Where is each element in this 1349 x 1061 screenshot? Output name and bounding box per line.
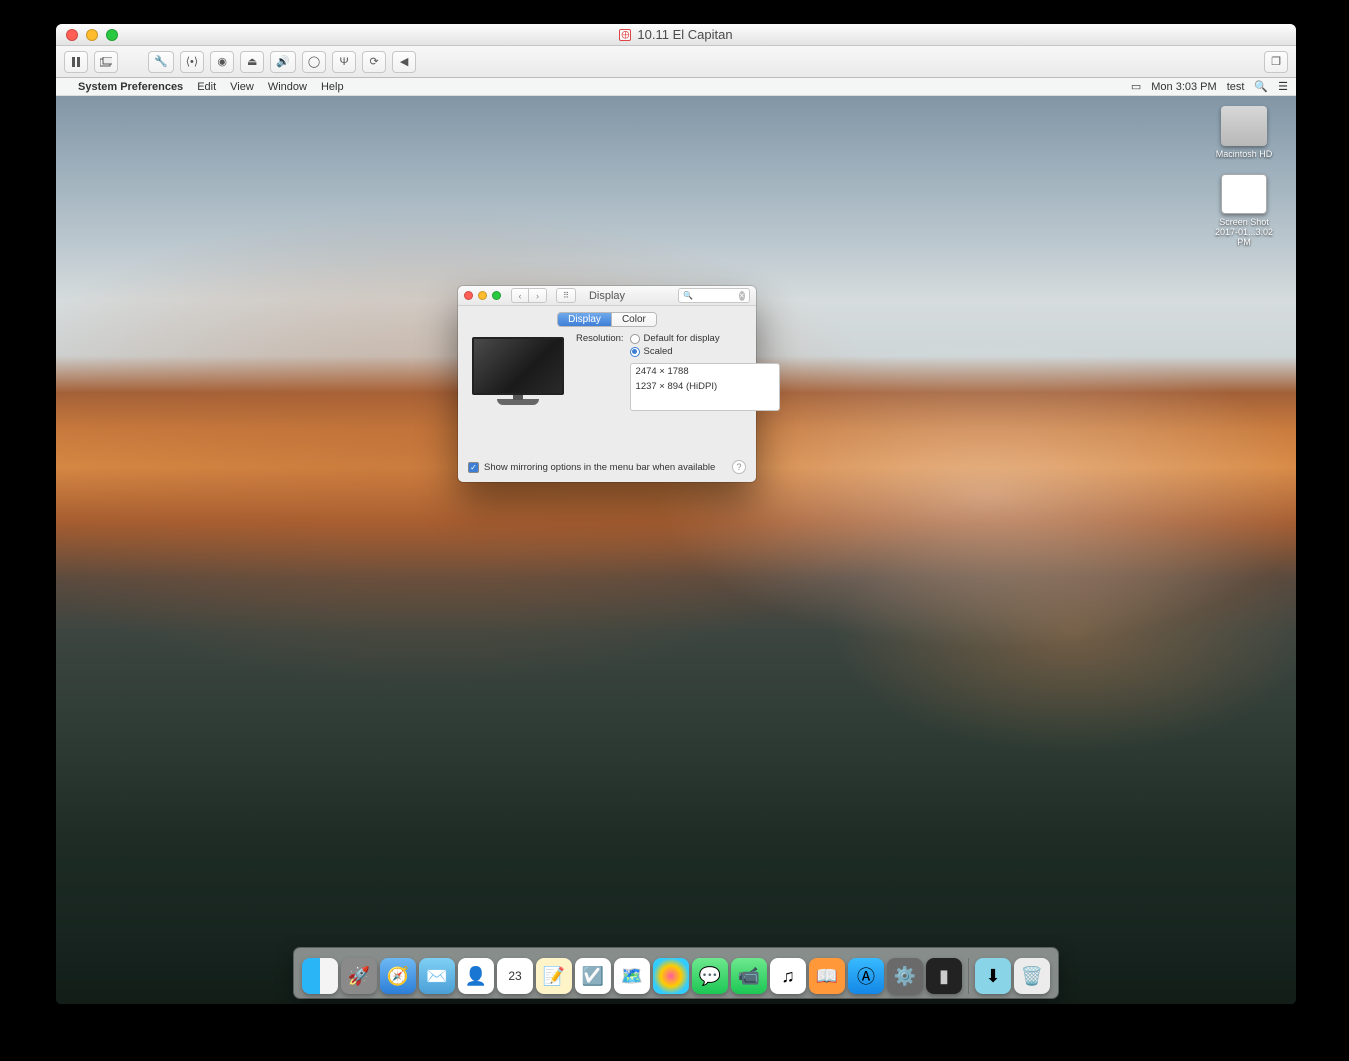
dock-messages[interactable]: 💬	[692, 958, 728, 994]
radio-label: Scaled	[644, 346, 673, 357]
close-icon[interactable]	[66, 29, 78, 41]
dock-reminders[interactable]: ☑️	[575, 958, 611, 994]
minimize-icon[interactable]	[86, 29, 98, 41]
prefs-search-field[interactable]: 🔍 ✕	[678, 288, 750, 303]
wallpaper-el-capitan	[56, 78, 1296, 1004]
desktop-icon-label: Screen Shot 2017-01...3.02 PM	[1208, 217, 1280, 247]
vm-host-window: ⨁ 10.11 El Capitan 🔧 ⟨•⟩ ◉ ⏏ 🔊 ◯ Ψ ⟳ ◀ ❐…	[56, 24, 1296, 1004]
host-title: ⨁ 10.11 El Capitan	[56, 27, 1296, 42]
pause-button[interactable]	[64, 51, 88, 73]
dock-maps[interactable]: 🗺️	[614, 958, 650, 994]
file-icon	[1221, 174, 1267, 214]
calendar-day: 23	[508, 969, 521, 983]
dock-finder[interactable]	[302, 958, 338, 994]
resolution-option[interactable]: 2474 × 1788	[631, 364, 779, 379]
snapshot-button[interactable]	[94, 51, 118, 73]
prefs-footer: ✓ Show mirroring options in the menu bar…	[458, 456, 756, 482]
dock: 🚀 🧭 ✉️ 👤 23 📝 ☑️ 🗺️ 💬 📹 ♫ 📖 Ⓐ ⚙️ ▮ ⬇ 🗑️	[294, 948, 1058, 998]
zoom-icon[interactable]	[492, 291, 501, 300]
dock-mail[interactable]: ✉️	[419, 958, 455, 994]
clear-search-icon[interactable]: ✕	[739, 291, 745, 301]
hard-disk-icon	[1221, 106, 1267, 146]
desktop-icon-label: Macintosh HD	[1208, 149, 1280, 159]
dock-trash[interactable]: 🗑️	[1014, 958, 1050, 994]
host-titlebar[interactable]: ⨁ 10.11 El Capitan	[56, 24, 1296, 46]
search-icon: 🔍	[683, 291, 693, 300]
prefs-traffic-lights	[464, 291, 501, 300]
app-menu[interactable]: System Preferences	[78, 81, 183, 93]
radio-scaled[interactable]: Scaled	[630, 346, 780, 357]
radio-default-for-display[interactable]: Default for display	[630, 333, 780, 344]
dock-notes[interactable]: 📝	[536, 958, 572, 994]
dock-ibooks[interactable]: 📖	[809, 958, 845, 994]
close-icon[interactable]	[464, 291, 473, 300]
dock-contacts[interactable]: 👤	[458, 958, 494, 994]
dock-divider	[968, 958, 969, 994]
notification-center-icon[interactable]: ☰	[1278, 80, 1288, 93]
dock-safari[interactable]: 🧭	[380, 958, 416, 994]
dock-calendar[interactable]: 23	[497, 958, 533, 994]
host-title-text: 10.11 El Capitan	[637, 27, 732, 42]
radio-icon	[630, 347, 640, 357]
windows-button[interactable]: ❐	[1264, 51, 1288, 73]
minimize-icon[interactable]	[478, 291, 487, 300]
menubar-user[interactable]: test	[1227, 81, 1245, 93]
host-toolbar: 🔧 ⟨•⟩ ◉ ⏏ 🔊 ◯ Ψ ⟳ ◀ ❐	[56, 46, 1296, 78]
menu-window[interactable]: Window	[268, 81, 307, 93]
lock-button[interactable]: ⏏	[240, 51, 264, 73]
host-traffic-lights	[56, 29, 118, 41]
dock-system-preferences[interactable]: ⚙️	[887, 958, 923, 994]
dock-terminal[interactable]: ▮	[926, 958, 962, 994]
resolution-label: Resolution:	[576, 333, 624, 344]
menu-help[interactable]: Help	[321, 81, 344, 93]
radio-icon	[630, 334, 640, 344]
monitor-screen-icon	[472, 337, 564, 395]
monitor-preview	[472, 337, 564, 409]
help-button[interactable]: ?	[732, 460, 746, 474]
back-button[interactable]: ◀	[392, 51, 416, 73]
usb-button[interactable]: Ψ	[332, 51, 356, 73]
dock-photos[interactable]	[653, 958, 689, 994]
tab-display[interactable]: Display	[558, 313, 611, 326]
dock-appstore[interactable]: Ⓐ	[848, 958, 884, 994]
spotlight-icon[interactable]: 🔍	[1254, 80, 1268, 93]
resolution-list[interactable]: 2474 × 1788 1237 × 894 (HiDPI)	[630, 363, 780, 411]
desktop-icon-screenshot[interactable]: Screen Shot 2017-01...3.02 PM	[1208, 174, 1280, 247]
mirroring-label: Show mirroring options in the menu bar w…	[484, 462, 715, 473]
menu-edit[interactable]: Edit	[197, 81, 216, 93]
nav-back-button[interactable]: ‹	[511, 288, 529, 303]
sync-button[interactable]: ⟳	[362, 51, 386, 73]
mirroring-checkbox[interactable]: ✓	[468, 462, 479, 473]
settings-button[interactable]: 🔧	[148, 51, 174, 73]
dock-launchpad[interactable]: 🚀	[341, 958, 377, 994]
prefs-titlebar[interactable]: ‹ › ⠿ Display 🔍 ✕	[458, 286, 756, 306]
dock-downloads[interactable]: ⬇	[975, 958, 1011, 994]
menu-view[interactable]: View	[230, 81, 254, 93]
guest-desktop[interactable]: System Preferences Edit View Window Help…	[56, 78, 1296, 1004]
vm-status-icon: ⨁	[619, 29, 631, 41]
system-preferences-window[interactable]: ‹ › ⠿ Display 🔍 ✕ Display Color	[458, 286, 756, 482]
radio-label: Default for display	[644, 333, 720, 344]
camera-button[interactable]: ◯	[302, 51, 326, 73]
desktop-icon-macintosh-hd[interactable]: Macintosh HD	[1208, 106, 1280, 159]
prefs-search-input[interactable]	[696, 291, 736, 301]
prefs-body: Resolution: Default for display Scaled	[458, 333, 756, 456]
prefs-title: Display	[542, 290, 672, 302]
tab-bar: Display Color	[458, 306, 756, 333]
zoom-icon[interactable]	[106, 29, 118, 41]
guest-menubar: System Preferences Edit View Window Help…	[56, 78, 1296, 96]
sound-button[interactable]: 🔊	[270, 51, 296, 73]
disk-button[interactable]: ◉	[210, 51, 234, 73]
tab-color[interactable]: Color	[611, 313, 656, 326]
resolution-option[interactable]: 1237 × 894 (HiDPI)	[631, 379, 779, 394]
fullscreen-button[interactable]: ⟨•⟩	[180, 51, 204, 73]
display-menu-icon[interactable]: ▭	[1131, 80, 1141, 93]
monitor-stand-icon	[497, 399, 539, 405]
menubar-time[interactable]: Mon 3:03 PM	[1151, 81, 1216, 93]
dock-facetime[interactable]: 📹	[731, 958, 767, 994]
dock-itunes[interactable]: ♫	[770, 958, 806, 994]
